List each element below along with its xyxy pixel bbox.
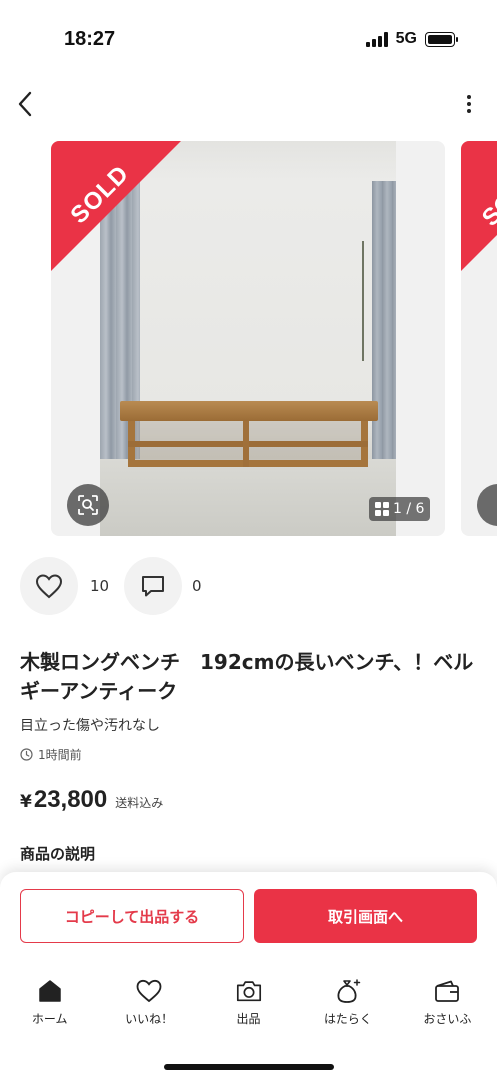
zoom-button[interactable] [477,484,497,526]
battery-icon [425,31,458,47]
comment-count: 0 [192,577,202,595]
zoom-button[interactable] [67,484,109,526]
tab-bar: ホーム いいね！ 出品 はたらく おさいふ [0,977,497,1037]
wallet-icon [433,977,461,1005]
image-carousel[interactable]: SOLD 1 / 6 SOLD [51,141,497,536]
comment-icon [142,576,164,597]
zoom-search-icon [78,495,98,515]
page-indicator[interactable]: 1 / 6 [369,497,431,521]
back-button[interactable] [10,86,40,122]
money-bag-icon [334,977,362,1005]
carousel-slide[interactable]: SOLD 1 / 6 [51,141,445,536]
trade-screen-button[interactable]: 取引画面へ [254,889,477,943]
comment-button[interactable] [124,557,182,615]
tab-home[interactable]: ホーム [0,977,99,1037]
description-heading: 商品の説明 [20,845,96,863]
status-time: 18:27 [64,28,116,50]
more-dot-icon [467,109,471,113]
more-dot-icon [467,102,471,106]
like-button[interactable] [20,557,78,615]
tab-label: はたらく [324,1012,372,1026]
posted-time: 1時間前 [20,746,82,763]
heart-icon [35,574,63,599]
tab-label: 出品 [236,1012,261,1026]
chevron-left-icon [18,91,32,117]
tab-label: おさいふ [423,1012,472,1026]
plant [362,241,382,361]
tab-likes[interactable]: いいね！ [99,977,198,1037]
product-condition: 目立った傷や汚れなし [20,718,160,734]
tab-sell[interactable]: 出品 [199,977,298,1037]
more-options-button[interactable] [463,92,475,116]
shipping-note: 送料込み [115,796,164,810]
floor [100,459,396,536]
tab-label: いいね！ [125,1012,174,1026]
like-count: 10 [90,577,110,595]
copy-listing-button[interactable]: コピーして出品する [20,889,244,943]
grid-icon [375,502,389,516]
status-indicators: 5G [365,30,458,48]
price-value: 23,800 [33,786,108,813]
status-bar: 18:27 5G [0,0,497,80]
bottom-action-sheet: コピーして出品する 取引画面へ ホーム いいね！ 出品 はたらく おさいふ [0,872,497,1080]
home-indicator [164,1064,334,1070]
product-title: 木製ロングベンチ 192cmの長いベンチ、！ベルギーアンティーク [20,650,474,703]
tab-wallet[interactable]: おさいふ [398,977,497,1037]
home-icon [36,977,64,1005]
carousel-slide-next[interactable]: SOLD [461,141,497,536]
price: ¥ 23,800 送料込み [20,786,163,814]
network-label: 5G [395,30,417,47]
tab-work[interactable]: はたらく [298,977,397,1037]
camera-icon [235,977,263,1005]
bench-top [120,401,378,421]
clock-icon [20,748,33,761]
posted-time-label: 1時間前 [38,748,82,762]
bench-leg [243,421,249,467]
more-dot-icon [467,95,471,99]
price-currency: ¥ [20,792,32,812]
signal-icon [365,31,388,47]
heart-icon [135,977,163,1005]
page-indicator-label: 1 / 6 [393,501,425,517]
tab-label: ホーム [31,1012,68,1026]
